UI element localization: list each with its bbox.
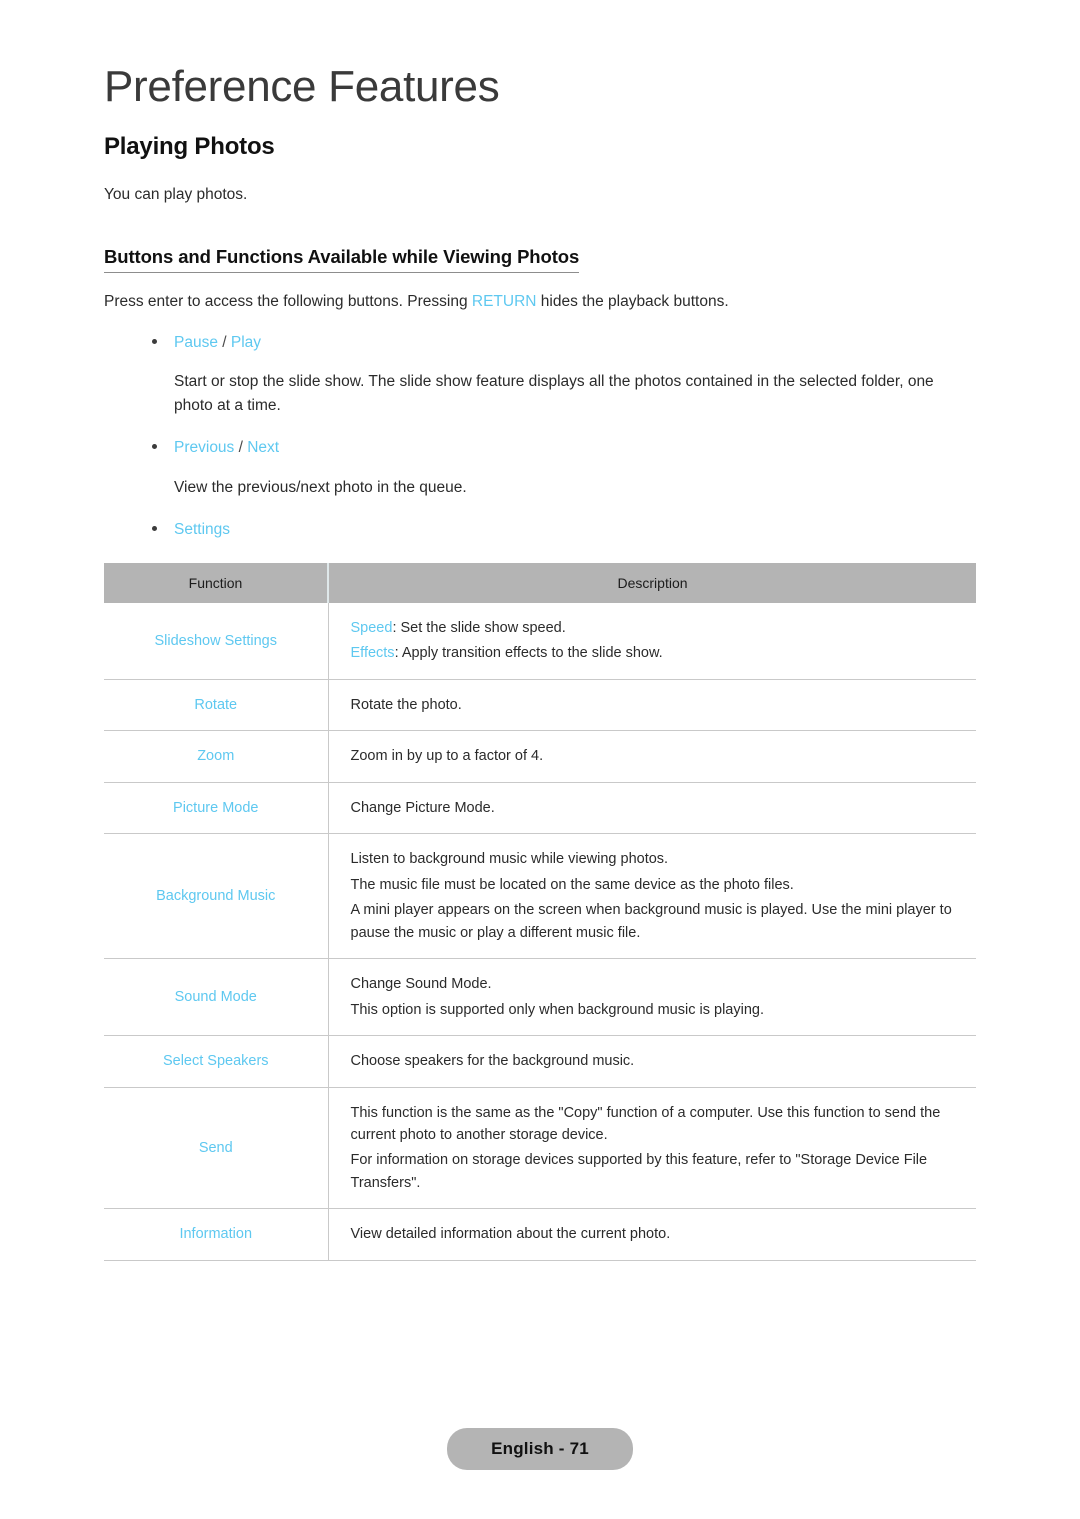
table-row: Information View detailed information abo… xyxy=(104,1208,977,1261)
button-label-secondary: Play xyxy=(230,334,262,352)
function-description-cell: Listen to background music while viewing… xyxy=(328,833,977,960)
description-text: View detailed information about the curr… xyxy=(350,1226,671,1243)
label-separator: / xyxy=(217,334,231,352)
manual-page: Preference Features Playing Photos You c… xyxy=(0,0,1080,1519)
function-name-cell: Sound Mode xyxy=(104,958,329,1037)
button-description: Start or stop the slide show. The slide … xyxy=(174,373,934,415)
function-description-cell: Change Sound Mode. This option is support… xyxy=(328,958,977,1037)
function-name-cell: Slideshow Settings xyxy=(104,602,329,680)
function-description-cell: Zoom in by up to a factor of 4. xyxy=(328,730,977,783)
section-heading: Playing Photos xyxy=(104,132,275,160)
function-description-cell: Speed: Set the slide show speed. Effects:… xyxy=(328,602,977,680)
table-row: Background Music Listen to background mus… xyxy=(104,833,977,960)
description-line: Choose speakers for the background music… xyxy=(351,1050,977,1072)
description-text: Zoom in by up to a factor of 4. xyxy=(350,748,544,765)
page-footer: English - 71 xyxy=(0,1428,1080,1470)
function-name-cell: Picture Mode xyxy=(104,782,329,835)
description-text: Change Sound Mode. xyxy=(350,976,492,993)
chapter-title: Preference Features xyxy=(104,62,500,111)
description-accent-term: Speed xyxy=(350,619,393,636)
description-line: Listen to background music while viewing… xyxy=(351,848,977,870)
button-list-item: Pause / Play xyxy=(104,331,976,354)
bullet-dot-icon xyxy=(152,339,157,345)
description-line: Change Sound Mode. xyxy=(351,973,977,995)
intro-text-before: Press enter to access the following butt… xyxy=(104,292,472,310)
description-text: A mini player appears on the screen when… xyxy=(350,902,952,941)
description-line: View detailed information about the curr… xyxy=(351,1223,977,1245)
table-row: Select Speakers Choose speakers for the b… xyxy=(104,1035,977,1088)
button-label-primary: Pause xyxy=(174,334,218,352)
description-text: : Apply transition effects to the slide … xyxy=(394,645,663,662)
button-list-item: Previous / Next xyxy=(104,436,976,459)
description-text: For information on storage devices suppo… xyxy=(350,1152,928,1191)
table-row: Sound Mode Change Sound Mode. This option … xyxy=(104,958,977,1037)
table-row: Zoom Zoom in by up to a factor of 4. xyxy=(104,730,977,783)
function-name-cell: Send xyxy=(104,1087,329,1210)
column-header-function: Function xyxy=(104,562,329,603)
table-header-row: Function Description xyxy=(104,562,976,603)
section-intro-text: You can play photos. xyxy=(104,185,248,203)
description-line: The music file must be located on the sa… xyxy=(351,874,977,896)
button-list: Pause / Play Start or stop the slide show… xyxy=(104,331,976,541)
sub-heading-container: Buttons and Functions Available while Vi… xyxy=(104,246,976,273)
description-line: Speed: Set the slide show speed. xyxy=(351,617,977,639)
column-header-description: Description xyxy=(328,562,976,603)
table-body: Slideshow Settings Speed: Set the slide s… xyxy=(104,602,977,1261)
description-line: Zoom in by up to a factor of 4. xyxy=(351,745,977,767)
description-line: This function is the same as the "Copy" … xyxy=(351,1102,977,1147)
function-name-cell: Select Speakers xyxy=(104,1035,329,1088)
table-row: Send This function is the same as the "Co… xyxy=(104,1087,977,1210)
button-description: View the previous/next photo in the queu… xyxy=(174,478,467,496)
button-label-primary: Settings xyxy=(174,520,231,538)
table-header: Function Description xyxy=(104,562,976,603)
button-list-item: Settings xyxy=(104,518,976,541)
function-description-cell: Change Picture Mode. xyxy=(328,782,977,835)
description-accent-term: Effects xyxy=(350,645,395,662)
function-name-cell: Background Music xyxy=(104,833,329,960)
description-text: Rotate the photo. xyxy=(350,696,462,713)
button-label-primary: Previous xyxy=(174,439,235,457)
table-row: Rotate Rotate the photo. xyxy=(104,679,977,732)
description-text: The music file must be located on the sa… xyxy=(350,876,794,893)
page-number-badge: English - 71 xyxy=(447,1428,633,1470)
description-line: Effects: Apply transition effects to the… xyxy=(351,642,977,664)
function-name-cell: Rotate xyxy=(104,679,329,732)
function-name-cell: Zoom xyxy=(104,730,329,783)
sub-heading: Buttons and Functions Available while Vi… xyxy=(104,246,579,273)
description-text: Listen to background music while viewing… xyxy=(350,851,669,868)
function-description-cell: Rotate the photo. xyxy=(328,679,977,732)
function-description-cell: This function is the same as the "Copy" … xyxy=(328,1087,977,1210)
label-separator: / xyxy=(234,439,248,457)
bullet-dot-icon xyxy=(152,444,157,450)
description-line: This option is supported only when backg… xyxy=(351,999,977,1021)
description-text: Change Picture Mode. xyxy=(350,799,495,816)
intro-paragraph: Press enter to access the following butt… xyxy=(104,290,976,313)
return-key-label: RETURN xyxy=(471,292,537,310)
description-line: A mini player appears on the screen when… xyxy=(351,899,977,944)
description-line: Rotate the photo. xyxy=(351,694,977,716)
button-label-secondary: Next xyxy=(247,439,280,457)
function-name-cell: Information xyxy=(104,1208,329,1261)
bullet-dot-icon xyxy=(152,525,157,531)
function-description-cell: Choose speakers for the background music… xyxy=(328,1035,977,1088)
table-row: Picture Mode Change Picture Mode. xyxy=(104,782,977,835)
function-description-cell: View detailed information about the curr… xyxy=(328,1208,977,1261)
description-text: This option is supported only when backg… xyxy=(350,1001,764,1018)
description-text: : Set the slide show speed. xyxy=(392,619,566,636)
table-row: Slideshow Settings Speed: Set the slide s… xyxy=(104,602,977,680)
description-line: Change Picture Mode. xyxy=(351,797,977,819)
functions-table: Function Description Slideshow Settings S… xyxy=(104,562,977,1261)
intro-text-after: hides the playback buttons. xyxy=(536,292,729,310)
description-text: This function is the same as the "Copy" … xyxy=(350,1104,941,1143)
description-line: For information on storage devices suppo… xyxy=(351,1149,977,1194)
description-text: Choose speakers for the background music… xyxy=(350,1053,635,1070)
